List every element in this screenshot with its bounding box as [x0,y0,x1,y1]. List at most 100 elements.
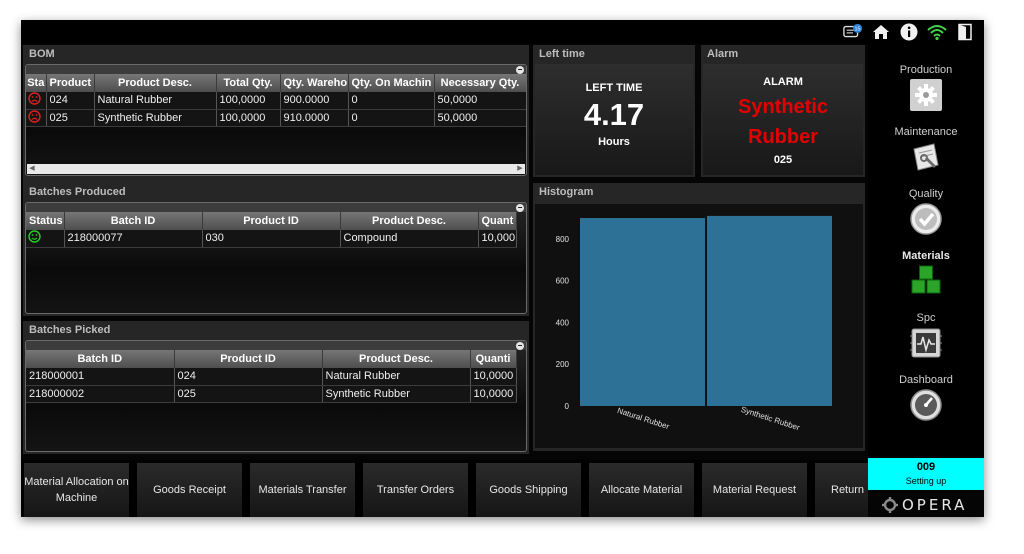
column-header[interactable]: Batch ID [26,350,175,368]
sidebar-item-label: Materials [902,250,950,262]
happy-face-icon [26,230,65,248]
scroll-right-icon[interactable]: ▶ [515,164,525,174]
material-request-button[interactable]: Material Request [702,463,807,517]
sidebar-item-production[interactable]: Production [868,64,984,126]
material-allocation-button[interactable]: Material Allocation on Machine [24,463,129,517]
bom-table: Sta Product Product Desc. Total Qty. Qty… [26,74,526,127]
batches-produced-collapse-icon[interactable]: − [516,204,524,212]
table-row[interactable]: 025 Synthetic Rubber 100,0000 910.0000 0… [26,109,526,127]
table-row[interactable]: 218000001 024 Natural Rubber 10,0000 [26,368,517,386]
opera-logo: OPERA [881,496,967,514]
spc-icon [910,327,942,359]
app-window: 15 BOM − Sta Product Product Desc. Total… [21,20,984,517]
sidebar-item-label: Dashboard [899,374,953,386]
materials-transfer-button[interactable]: Materials Transfer [250,463,355,517]
column-header[interactable]: Batch ID [64,212,203,230]
table-row[interactable]: 218000077 030 Compound 10,000 [26,230,517,248]
alarm-panel-title: Alarm [707,48,739,60]
scroll-left-icon[interactable]: ◀ [27,164,37,174]
column-header[interactable]: Product Desc. [322,350,471,368]
alarm-code: 025 [773,154,793,166]
batches-produced-panel: Batches Produced − Status Batch ID Produ… [23,183,529,316]
batches-picked-grid: − Batch ID Product ID Product Desc. Quan… [25,340,527,452]
column-header[interactable]: Qty. Wareho [280,74,349,92]
bom-header-row: Sta Product Product Desc. Total Qty. Qty… [26,74,526,92]
column-header[interactable]: Product [46,74,95,92]
top-bar: 15 [21,20,984,44]
column-header[interactable]: Product Desc. [94,74,217,92]
logo-text: OPERA [902,496,968,514]
status-badge: 009 Setting up [868,458,984,490]
info-icon[interactable] [899,22,919,42]
table-row[interactable]: 024 Natural Rubber 100,0000 900.0000 0 5… [26,92,526,110]
sad-face-icon [26,92,47,110]
y-tick-label: 800 [556,235,570,244]
column-header[interactable]: Sta [26,74,47,92]
bom-horizontal-scrollbar[interactable]: ◀ ▶ [27,164,525,174]
left-time-unit: Hours [598,136,630,148]
column-header[interactable]: Product ID [202,212,341,230]
left-time-value: 4.17 [583,97,645,132]
table-row[interactable]: 218000002 025 Synthetic Rubber 10,0000 [26,385,517,403]
bom-title: BOM [29,48,55,60]
transfer-orders-button[interactable]: Transfer Orders [363,463,468,517]
bom-grid: − Sta Product Product Desc. Total Qty. Q… [25,64,527,176]
goods-shipping-button[interactable]: Goods Shipping [476,463,581,517]
notification-badge: 15 [855,27,861,33]
logo-gear-icon [882,497,898,513]
sidebar-item-label: Maintenance [894,126,958,138]
column-header[interactable]: Quanti [470,350,517,368]
sidebar-item-dashboard[interactable]: Dashboard [868,374,984,436]
column-header[interactable]: Total Qty. [216,74,281,92]
sidebar-item-label: Quality [908,188,944,200]
histogram-bar[interactable] [580,218,705,406]
batches-picked-title: Batches Picked [29,324,111,336]
check-icon [910,203,942,235]
sidebar-item-label: Production [899,64,953,76]
column-header[interactable]: Quant [478,212,517,230]
histogram-bar[interactable] [707,215,832,406]
dashboard-icon [910,389,942,421]
sidebar-nav: Production Maintenance Quality Materials… [868,44,984,456]
alarm-heading: ALARM [763,76,803,88]
alarm-box: ALARM Synthetic Rubber 025 [703,64,863,175]
left-time-panel: Left time LEFT TIME 4.17 Hours [533,45,695,177]
y-tick-label: 0 [565,402,570,411]
left-time-panel-title: Left time [539,48,585,60]
wifi-icon [927,22,947,42]
bottom-action-bar: Material Allocation on Machine Goods Rec… [21,460,868,517]
column-header[interactable]: Necessary Qty. [434,74,526,92]
materials-icon [910,265,942,297]
batches-picked-header-row: Batch ID Product ID Product Desc. Quanti [26,350,517,368]
y-tick-label: 600 [556,277,570,286]
home-icon[interactable] [871,22,891,42]
column-header[interactable]: Status [26,212,65,230]
status-code: 009 [916,461,936,473]
maintenance-icon [910,141,942,173]
batches-produced-grid: − Status Batch ID Product ID Product Des… [25,202,527,314]
gear-icon [910,79,942,111]
batches-produced-header-row: Status Batch ID Product ID Product Desc.… [26,212,517,230]
histogram-panel: Histogram 0 200 400 600 800 Natural Rubber Syn… [533,183,865,451]
column-header[interactable]: Product Desc. [340,212,479,230]
batches-produced-table: Status Batch ID Product ID Product Desc.… [26,212,517,248]
alarm-message: Synthetic Rubber [737,96,829,148]
sidebar-item-quality[interactable]: Quality [868,188,984,250]
bom-collapse-icon[interactable]: − [516,66,524,74]
status-text: Setting up [905,476,947,486]
batches-picked-collapse-icon[interactable]: − [516,342,524,350]
y-tick-label: 200 [556,360,570,369]
sidebar-item-maintenance[interactable]: Maintenance [868,126,984,188]
column-header[interactable]: Product ID [174,350,323,368]
histogram-title: Histogram [539,186,594,198]
notification-icon[interactable]: 15 [843,22,863,42]
allocate-material-button[interactable]: Allocate Material [589,463,694,517]
return-material-button[interactable]: Return M [815,463,868,517]
sidebar-item-spc[interactable]: Spc [868,312,984,374]
batches-picked-panel: Batches Picked − Batch ID Product ID Pro… [23,321,529,454]
histogram-chart: 0200400600800Natural Rubber Synthetic Rub… [535,204,863,448]
column-header[interactable]: Qty. On Machin [348,74,435,92]
sidebar-item-materials[interactable]: Materials [868,250,984,312]
goods-receipt-button[interactable]: Goods Receipt [137,463,242,517]
logout-icon[interactable] [955,22,975,42]
